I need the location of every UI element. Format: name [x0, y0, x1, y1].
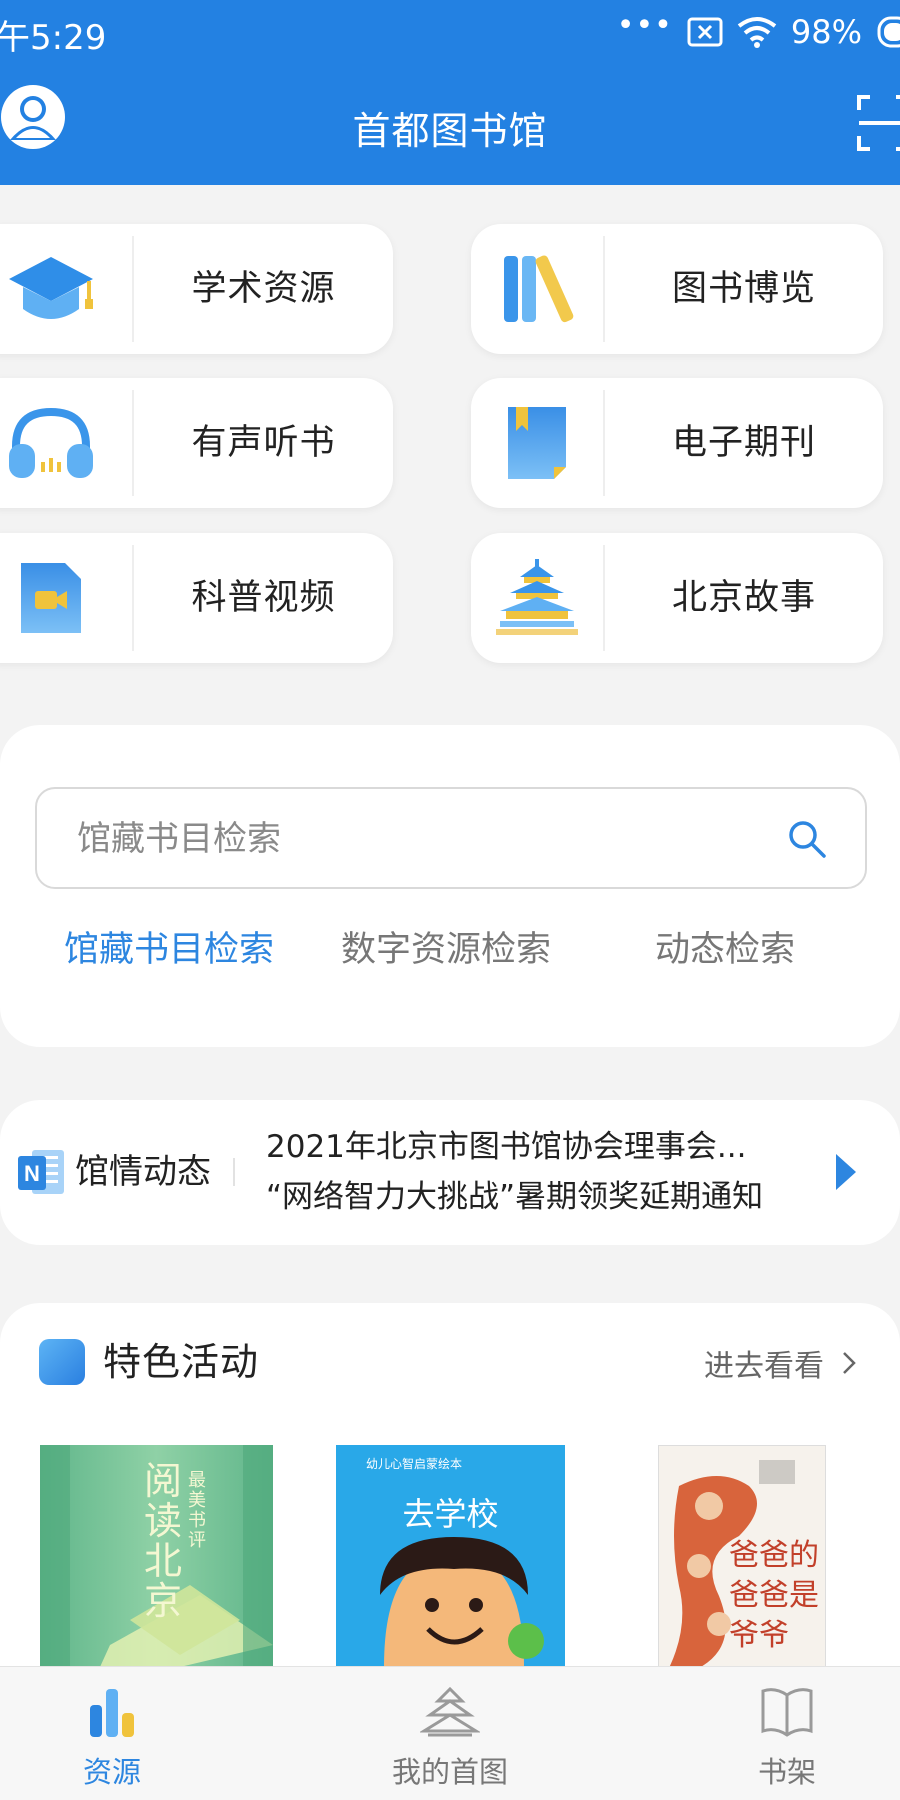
resources-chart-icon — [90, 1689, 134, 1737]
status-time: 午5:29 — [0, 18, 107, 58]
journal-icon — [508, 407, 566, 479]
chevron-right-icon — [843, 1352, 856, 1374]
news-item[interactable]: 2021年北京市图书馆协会理事会... — [266, 1122, 806, 1172]
book-title: 爸爸的爸爸是爷爷 — [729, 1538, 819, 1653]
tab-catalog-search[interactable]: 馆藏书目检索 — [64, 910, 274, 990]
wifi-icon — [737, 17, 777, 48]
tab-news-search[interactable]: 动态检索 — [655, 910, 795, 990]
book-cover-art — [380, 1537, 544, 1667]
nav-label: 资源 — [82, 1755, 141, 1789]
activity-book-cover[interactable]: 幼儿心智启蒙绘本 去学校 — [336, 1445, 565, 1667]
books-icon — [504, 255, 574, 323]
search-placeholder: 馆藏书目检索 — [77, 819, 281, 859]
app-screen: 午5:29 ••• 98% 首都图书馆 学术资源 图书博览 有声听书 电子期刊 … — [0, 0, 900, 1800]
temple-of-heaven-icon — [496, 559, 578, 635]
search-icon[interactable] — [787, 819, 827, 859]
news-divider — [233, 1158, 235, 1186]
entry-beijing-stories[interactable]: 北京故事 — [471, 533, 883, 663]
entry-label: 电子期刊 — [671, 423, 816, 463]
entry-label: 有声听书 — [191, 423, 336, 463]
see-more-link[interactable]: 进去看看 — [704, 1341, 856, 1385]
book-subtitle: 最美书评 — [188, 1470, 206, 1551]
nav-label: 书架 — [757, 1755, 816, 1789]
entry-academic-resources[interactable]: 学术资源 — [0, 224, 393, 354]
play-arrow-icon[interactable] — [834, 1152, 858, 1192]
entry-label: 学术资源 — [191, 269, 336, 309]
bottom-navigation: 资源 我的首图 书架 — [0, 1666, 900, 1800]
header: 首都图书馆 — [0, 64, 900, 185]
graduation-cap-icon — [9, 257, 93, 319]
entry-e-journals[interactable]: 电子期刊 — [471, 378, 883, 508]
news-list: 2021年北京市图书馆协会理事会... “网络智力大挑战”暑期领奖延期通知 — [266, 1122, 806, 1222]
entry-label: 北京故事 — [671, 578, 816, 618]
entry-label: 科普视频 — [191, 578, 336, 618]
news-ticker[interactable]: N 馆情动态 2021年北京市图书馆协会理事会... “网络智力大挑战”暑期领奖… — [0, 1100, 900, 1245]
top-bar: 午5:29 ••• 98% 首都图书馆 — [0, 0, 900, 185]
page-title: 首都图书馆 — [352, 109, 548, 153]
video-file-icon — [21, 563, 81, 633]
nav-resources[interactable]: 资源 — [12, 1667, 212, 1800]
activity-book-cover[interactable]: 阅读北京 最美书评 — [40, 1445, 273, 1667]
book-title: 阅读北京 — [144, 1459, 183, 1623]
battery-icon — [877, 16, 900, 48]
nav-my-library[interactable]: 我的首图 — [350, 1667, 550, 1800]
featured-activities: 特色活动 进去看看 阅读北京 最美书评 幼儿心智启蒙绘本 去学校 爸爸的爸爸是爷… — [0, 1303, 900, 1723]
entry-science-videos[interactable]: 科普视频 — [0, 533, 393, 663]
nav-bookshelf[interactable]: 书架 — [687, 1667, 887, 1800]
news-section-title: 馆情动态 — [75, 1152, 211, 1192]
status-bar: 午5:29 ••• 98% — [0, 0, 900, 64]
section-title: 特色活动 — [103, 1340, 260, 1384]
tab-digital-resource-search[interactable]: 数字资源检索 — [341, 910, 551, 990]
see-more-label: 进去看看 — [704, 1349, 824, 1384]
section-square-icon — [39, 1339, 85, 1385]
more-dots-icon: ••• — [616, 8, 673, 43]
entry-book-expo[interactable]: 图书博览 — [471, 224, 883, 354]
news-item[interactable]: “网络智力大挑战”暑期领奖延期通知 — [266, 1172, 806, 1222]
svg-text:N: N — [24, 1161, 40, 1186]
search-input[interactable]: 馆藏书目检索 — [35, 787, 867, 889]
search-tabs: 馆藏书目检索 数字资源检索 动态检索 — [0, 910, 900, 990]
nav-label: 我的首图 — [391, 1755, 508, 1789]
open-book-icon — [761, 1688, 813, 1737]
sim-card-icon — [687, 17, 723, 47]
search-panel: 馆藏书目检索 馆藏书目检索 数字资源检索 动态检索 — [0, 725, 900, 1047]
entry-label: 图书博览 — [671, 269, 816, 309]
battery-level: 98% — [790, 13, 862, 51]
entry-audiobooks[interactable]: 有声听书 — [0, 378, 393, 508]
scan-icon[interactable] — [856, 94, 900, 152]
temple-icon — [420, 1686, 480, 1737]
activity-book-cover[interactable]: 爸爸的爸爸是爷爷 — [658, 1445, 826, 1667]
news-icon: N — [18, 1150, 64, 1194]
status-icons: ••• 98% — [616, 8, 900, 52]
headphones-icon — [9, 407, 93, 478]
